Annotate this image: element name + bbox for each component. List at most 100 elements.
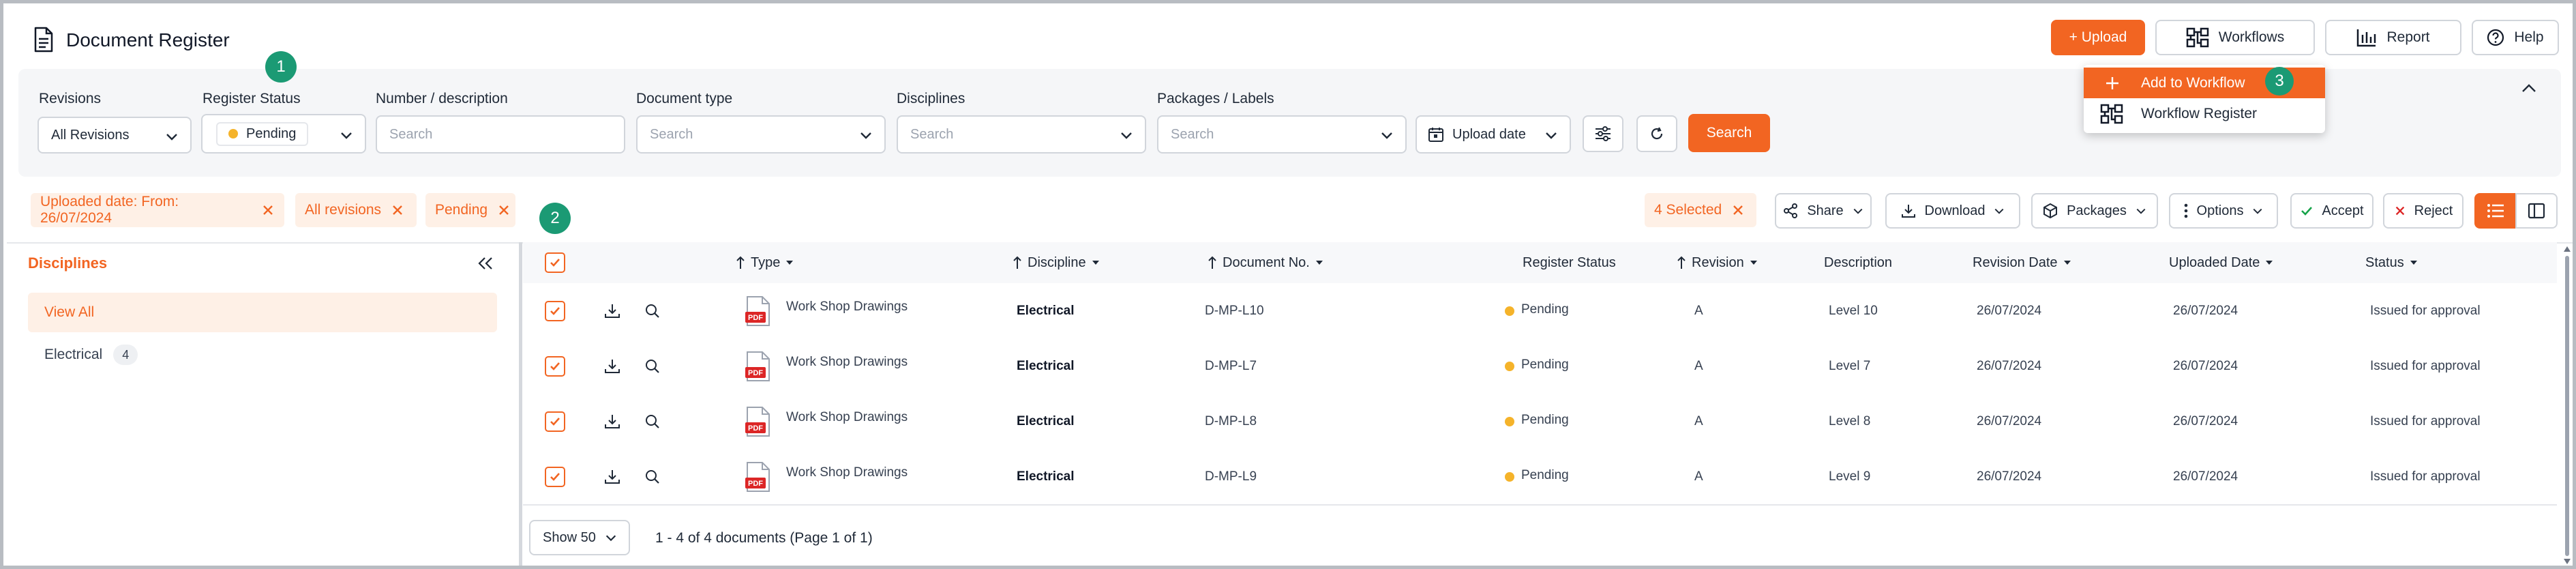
row-download-button[interactable] — [603, 283, 621, 338]
download-button[interactable]: Download — [1885, 193, 2020, 229]
pdf-file-icon: PDF — [745, 351, 771, 382]
row-select-cell — [545, 338, 565, 394]
register-status-value: Pending — [1521, 357, 1569, 372]
sidebar-title: Disciplines — [28, 254, 108, 272]
table-row[interactable]: PDF Work Shop Drawings Electrical D-MP-L… — [523, 338, 2557, 395]
column-header-label: Description — [1824, 254, 1893, 270]
reject-button[interactable]: Reject — [2383, 193, 2463, 229]
row-preview-button[interactable] — [644, 394, 661, 449]
filter-settings-button[interactable] — [1583, 115, 1623, 152]
workflows-button[interactable]: Workflows — [2155, 20, 2315, 55]
type-cell: PDF Work Shop Drawings — [745, 283, 908, 338]
check-icon — [2300, 204, 2313, 218]
close-icon[interactable] — [391, 203, 404, 217]
chevron-down-icon — [858, 128, 873, 143]
upload-button-label: + Upload — [2069, 29, 2127, 45]
active-filter-chip-upload-date[interactable]: Uploaded date: From: 26/07/2024 — [31, 193, 284, 227]
count-badge: 4 — [113, 345, 138, 365]
chevron-down-icon — [1544, 128, 1559, 143]
list-view-toggle[interactable] — [2474, 193, 2517, 229]
packages-labels-select[interactable]: Search — [1157, 115, 1407, 154]
column-header-revision-date[interactable]: Revision Date — [1973, 242, 2071, 283]
revisions-label: Revisions — [39, 91, 102, 106]
number-description-placeholder: Search — [389, 126, 433, 142]
sidebar-item-electrical[interactable]: Electrical 4 — [28, 335, 497, 375]
status-value: Issued for approval — [2370, 358, 2481, 373]
register-status-select[interactable]: Pending — [201, 114, 366, 154]
collapse-sidebar-icon[interactable] — [477, 256, 494, 271]
share-button[interactable]: Share — [1775, 193, 1872, 229]
disciplines-select[interactable]: Search — [897, 115, 1146, 154]
row-download-button[interactable] — [603, 338, 621, 394]
download-icon — [1900, 203, 1917, 219]
options-button[interactable]: Options — [2169, 193, 2278, 229]
close-icon[interactable] — [497, 203, 511, 217]
upload-button[interactable]: + Upload — [2051, 20, 2145, 55]
more-vertical-icon — [2183, 203, 2189, 219]
row-preview-button[interactable] — [644, 338, 661, 394]
accept-button[interactable]: Accept — [2290, 193, 2373, 229]
row-checkbox[interactable] — [545, 466, 565, 487]
caret-down-icon — [1092, 259, 1100, 266]
row-checkbox[interactable] — [545, 411, 565, 432]
sort-arrow-icon — [1208, 255, 1217, 270]
number-description-input[interactable]: Search — [376, 115, 625, 154]
row-checkbox[interactable] — [545, 355, 565, 377]
status-value: Issued for approval — [2370, 413, 2481, 428]
sidebar-item-view-all[interactable]: View All — [28, 293, 497, 332]
select-all-checkbox[interactable] — [545, 252, 565, 273]
pending-dot — [1505, 361, 1514, 371]
column-header-label: Status — [2365, 254, 2404, 270]
help-button[interactable]: Help — [2472, 20, 2559, 55]
row-checkbox[interactable] — [545, 300, 565, 321]
active-filter-chip-revisions[interactable]: All revisions — [295, 193, 417, 227]
caret-down-icon — [1750, 259, 1758, 266]
column-header-revision[interactable]: Revision — [1677, 242, 1758, 283]
caret-down-icon — [2410, 259, 2418, 266]
reset-filters-button[interactable] — [1636, 115, 1677, 152]
search-icon — [644, 469, 661, 485]
column-header-status[interactable]: Status — [2365, 242, 2418, 283]
table-scrollbar[interactable] — [2563, 245, 2571, 566]
caret-down-icon — [2265, 259, 2273, 266]
table-row[interactable]: PDF Work Shop Drawings Electrical D-MP-L… — [523, 394, 2557, 450]
row-preview-button[interactable] — [644, 283, 661, 338]
register-status-value: Pending — [246, 126, 297, 141]
row-download-button[interactable] — [603, 449, 621, 504]
column-header-type[interactable]: Type — [736, 242, 794, 283]
table-row[interactable]: PDF Work Shop Drawings Electrical D-MP-L… — [523, 283, 2557, 340]
search-icon — [644, 303, 661, 319]
report-button[interactable]: Report — [2325, 20, 2461, 55]
uploaded-date-value: 26/07/2024 — [2173, 469, 2238, 484]
close-icon[interactable] — [1731, 203, 1745, 217]
collapse-filters-icon[interactable] — [2521, 81, 2537, 95]
upload-date-label: Upload date — [1452, 126, 1526, 142]
page-title: Document Register — [66, 29, 230, 50]
column-header-label: Document No. — [1223, 254, 1310, 270]
revisions-select[interactable]: All Revisions — [38, 117, 192, 154]
row-preview-button[interactable] — [644, 449, 661, 504]
split-view-toggle[interactable] — [2515, 193, 2558, 229]
pdf-file-icon: PDF — [745, 461, 771, 493]
table-row[interactable]: PDF Work Shop Drawings Electrical D-MP-L… — [523, 449, 2557, 506]
selected-count-chip[interactable]: 4 Selected — [1645, 193, 1756, 227]
register-status-cell: Pending — [1505, 449, 1569, 504]
type-cell: PDF Work Shop Drawings — [745, 338, 908, 394]
revision-date-value: 26/07/2024 — [1977, 413, 2042, 428]
page-size-select[interactable]: Show 50 — [529, 520, 630, 555]
active-filter-chip-pending[interactable]: Pending — [425, 193, 515, 227]
number-description-label: Number / description — [376, 91, 508, 106]
upload-date-select[interactable]: Upload date — [1416, 115, 1571, 154]
search-button[interactable]: Search — [1688, 114, 1770, 152]
column-header-discipline[interactable]: Discipline — [1013, 242, 1100, 283]
packages-button[interactable]: Packages — [2031, 193, 2158, 229]
column-header-document-no[interactable]: Document No. — [1208, 242, 1323, 283]
document-type-select[interactable]: Search — [636, 115, 886, 154]
pdf-file-icon: PDF — [745, 406, 771, 437]
document-no-value: D-MP-L7 — [1205, 358, 1257, 373]
row-download-button[interactable] — [603, 394, 621, 449]
description-value: Level 10 — [1829, 303, 1878, 318]
close-icon[interactable] — [261, 203, 275, 217]
column-header-uploaded-date[interactable]: Uploaded Date — [2169, 242, 2273, 283]
workflow-register-menu-item[interactable]: Workflow Register — [2084, 98, 2325, 129]
